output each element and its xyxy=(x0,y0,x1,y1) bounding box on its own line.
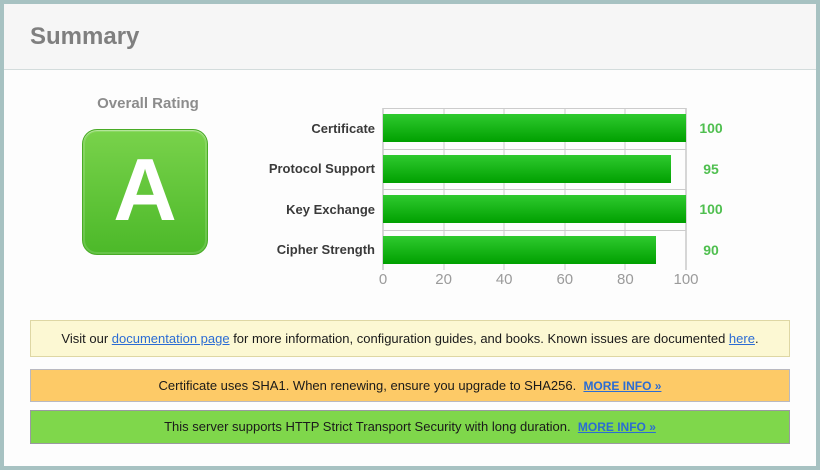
bar-cipher-strength xyxy=(383,236,656,264)
x-axis: 020406080100 xyxy=(383,271,686,289)
horizontal-gridline xyxy=(383,149,686,150)
value-label-key-exchange: 100 xyxy=(688,189,734,230)
banner-hsts-notice: This server supports HTTP Strict Transpo… xyxy=(30,410,790,444)
horizontal-gridline xyxy=(383,108,686,109)
hsts-notice-link[interactable]: MORE INFO » xyxy=(578,420,656,434)
chart-category-labels: CertificateProtocol SupportKey ExchangeC… xyxy=(30,108,375,270)
tick-label: 40 xyxy=(496,271,513,288)
value-label-certificate: 100 xyxy=(688,108,734,149)
sha1-warning-link[interactable]: MORE INFO » xyxy=(583,379,661,393)
tick-label: 0 xyxy=(379,271,387,288)
panel-header: Summary xyxy=(4,4,816,70)
banner-text: for more information, configuration guid… xyxy=(230,331,729,346)
banner-text: Visit our xyxy=(61,331,111,346)
chart-plot xyxy=(383,108,686,270)
tick-label: 60 xyxy=(556,271,573,288)
tick-label: 100 xyxy=(673,271,698,288)
banner-text: . xyxy=(755,331,759,346)
panel-title: Summary xyxy=(30,23,139,51)
bar-certificate xyxy=(383,114,686,142)
documentation-note-link[interactable]: documentation page xyxy=(112,331,230,346)
category-label-certificate: Certificate xyxy=(30,108,375,149)
horizontal-gridline xyxy=(383,230,686,231)
category-label-cipher-strength: Cipher Strength xyxy=(30,230,375,271)
value-label-protocol-support: 95 xyxy=(688,149,734,190)
banner-text: This server supports HTTP Strict Transpo… xyxy=(164,419,578,434)
tick-label: 20 xyxy=(435,271,452,288)
tick-label: 80 xyxy=(617,271,634,288)
summary-panel: Summary Overall Rating A CertificateProt… xyxy=(0,0,820,470)
category-label-key-exchange: Key Exchange xyxy=(30,189,375,230)
horizontal-gridline xyxy=(383,189,686,190)
category-label-protocol-support: Protocol Support xyxy=(30,149,375,190)
banner-sha1-warning: Certificate uses SHA1. When renewing, en… xyxy=(30,369,790,402)
bar-key-exchange xyxy=(383,195,686,223)
banner-documentation-note: Visit our documentation page for more in… xyxy=(30,320,790,357)
banner-text: Certificate uses SHA1. When renewing, en… xyxy=(159,378,584,393)
chart-value-labels: 1009510090 xyxy=(688,108,734,270)
value-label-cipher-strength: 90 xyxy=(688,230,734,271)
documentation-note-link[interactable]: here xyxy=(729,331,755,346)
bar-protocol-support xyxy=(383,155,671,183)
